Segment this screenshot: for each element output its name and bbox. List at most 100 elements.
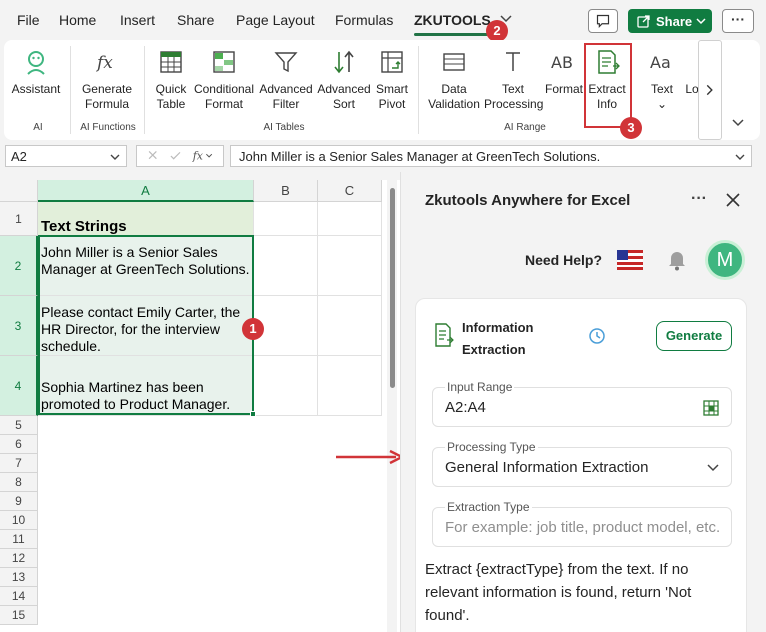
- menu-file[interactable]: File: [17, 12, 40, 28]
- select-all-corner[interactable]: [0, 180, 38, 202]
- assistant-button[interactable]: Assistant: [10, 48, 62, 97]
- extraction-type-input[interactable]: Extraction Type For example: job title, …: [432, 500, 732, 547]
- pane-more-button[interactable]: ···: [691, 190, 707, 208]
- cell-c4[interactable]: [318, 356, 382, 416]
- quick-table-button[interactable]: Quick Table: [152, 48, 190, 112]
- data-validation-label-1: Data: [441, 82, 467, 96]
- advanced-filter-button[interactable]: Advanced Filter: [258, 48, 314, 112]
- input-range-field[interactable]: Input Range A2:A4: [432, 380, 732, 427]
- row-header-8[interactable]: 8: [0, 473, 38, 492]
- formula-input[interactable]: John Miller is a Senior Sales Manager at…: [230, 145, 752, 167]
- row-header-10[interactable]: 10: [0, 511, 38, 530]
- avatar[interactable]: M: [705, 240, 745, 280]
- us-flag-icon[interactable]: [617, 250, 643, 270]
- function-icon: fx: [95, 53, 113, 73]
- ribbon-scroll-right-button[interactable]: [698, 40, 722, 140]
- input-range-label: Input Range: [445, 380, 515, 394]
- fill-handle[interactable]: [250, 411, 256, 417]
- arrow-right-icon: [336, 449, 405, 465]
- ribbon: Assistant AI fx Generate Formula AI Func…: [4, 40, 760, 140]
- svg-text:AB: AB: [551, 53, 573, 72]
- cell-b2[interactable]: [254, 236, 318, 296]
- row-header-2[interactable]: 2: [0, 236, 38, 296]
- svg-text:fx: fx: [95, 53, 113, 73]
- vertical-scrollbar-thumb[interactable]: [390, 188, 395, 388]
- filter-icon: [274, 52, 298, 73]
- row-header-13[interactable]: 13: [0, 568, 38, 587]
- name-box[interactable]: A2: [5, 145, 127, 167]
- more-options-button[interactable]: ···: [722, 9, 754, 33]
- zkutools-side-pane: Zkutools Anywhere for Excel ··· Need Hel…: [400, 172, 766, 632]
- menu-home[interactable]: Home: [59, 12, 96, 28]
- row-header-14[interactable]: 14: [0, 587, 38, 606]
- row-header-3[interactable]: 3: [0, 296, 38, 356]
- cell-c2[interactable]: [318, 236, 382, 296]
- card-title-line-1: Information: [462, 320, 534, 335]
- menu-bar: File Home Insert Share Page Layout Formu…: [0, 0, 766, 42]
- processing-type-value: General Information Extraction: [445, 459, 649, 476]
- smart-pivot-label-2: Pivot: [378, 97, 406, 111]
- extraction-type-placeholder: For example: job title, product model, e…: [445, 519, 721, 536]
- smart-pivot-button[interactable]: Smart Pivot: [372, 48, 412, 112]
- conditional-format-button[interactable]: Conditional Format: [192, 48, 256, 112]
- generate-button[interactable]: Generate: [656, 321, 732, 351]
- prompt-template-text[interactable]: Extract {extractType} from the text. If …: [425, 558, 725, 627]
- text-aa-icon: Aa: [650, 53, 671, 72]
- extraction-type-clip: For example: job title, product model, e…: [433, 508, 729, 546]
- group-separator: [70, 46, 71, 134]
- column-header-a[interactable]: A: [38, 180, 254, 202]
- need-help-label[interactable]: Need Help?: [525, 252, 602, 268]
- row-header-7[interactable]: 7: [0, 454, 38, 473]
- chevron-right-icon: [706, 84, 713, 96]
- chevron-down-icon: [696, 18, 706, 25]
- row-header-1[interactable]: 1: [0, 202, 38, 236]
- text-processing-button[interactable]: Text Processing: [484, 48, 543, 112]
- row-header-5[interactable]: 5: [0, 416, 38, 435]
- formula-content: John Miller is a Senior Sales Manager at…: [239, 149, 601, 164]
- share-button[interactable]: Share: [628, 9, 712, 33]
- input-range-value: A2:A4: [445, 399, 486, 416]
- close-icon[interactable]: [725, 192, 741, 208]
- advanced-sort-button[interactable]: Advanced Sort: [316, 48, 372, 112]
- generate-formula-button[interactable]: fx Generate Formula: [78, 48, 136, 112]
- history-clock-icon[interactable]: [588, 327, 606, 345]
- generate-formula-label-1: Generate: [81, 82, 133, 96]
- cell-b4[interactable]: [254, 356, 318, 416]
- advanced-filter-label-1: Advanced: [259, 82, 313, 96]
- column-header-c[interactable]: C: [318, 180, 382, 202]
- conditional-format-icon: [213, 51, 235, 73]
- advanced-filter-label-2: Filter: [272, 97, 300, 111]
- cell-a1[interactable]: Text Strings: [38, 202, 254, 236]
- cell-c3[interactable]: [318, 296, 382, 356]
- menu-formulas[interactable]: Formulas: [335, 12, 393, 28]
- row-header-4[interactable]: 4: [0, 356, 38, 416]
- menu-zkutools[interactable]: ZKUTOOLS: [414, 12, 491, 28]
- table-icon: [160, 51, 182, 73]
- formula-actions-icons[interactable]: fx: [137, 146, 223, 166]
- row-header-9[interactable]: 9: [0, 492, 38, 511]
- comment-button[interactable]: [588, 9, 618, 33]
- excel-window: File Home Insert Share Page Layout Formu…: [0, 0, 766, 632]
- comment-icon: [596, 14, 610, 28]
- row-header-11[interactable]: 11: [0, 530, 38, 549]
- menu-insert[interactable]: Insert: [120, 12, 155, 28]
- chevron-down-icon: [707, 464, 719, 472]
- row-header-15[interactable]: 15: [0, 606, 38, 625]
- menu-page-layout[interactable]: Page Layout: [236, 12, 315, 28]
- row-header-12[interactable]: 12: [0, 549, 38, 568]
- share-label: Share: [656, 14, 693, 29]
- format-button[interactable]: AB Format: [544, 48, 584, 97]
- cell-b1[interactable]: [254, 202, 318, 236]
- data-validation-button[interactable]: Data Validation: [426, 48, 482, 112]
- row-header-6[interactable]: 6: [0, 435, 38, 454]
- notification-bell-icon[interactable]: [667, 249, 687, 271]
- cell-c1[interactable]: [318, 202, 382, 236]
- text-button[interactable]: Aa Text ⌄: [644, 48, 680, 112]
- collapse-ribbon-icon[interactable]: [732, 118, 744, 128]
- spreadsheet-grid: A B C 1 2 3 4 5 6 7 8 9 10 11 12 13 14 1…: [0, 180, 400, 632]
- processing-type-select[interactable]: Processing Type General Information Extr…: [432, 440, 732, 487]
- step-badge-3: 3: [620, 117, 642, 139]
- menu-share[interactable]: Share: [177, 12, 214, 28]
- range-select-icon[interactable]: [703, 400, 719, 416]
- column-header-b[interactable]: B: [254, 180, 318, 202]
